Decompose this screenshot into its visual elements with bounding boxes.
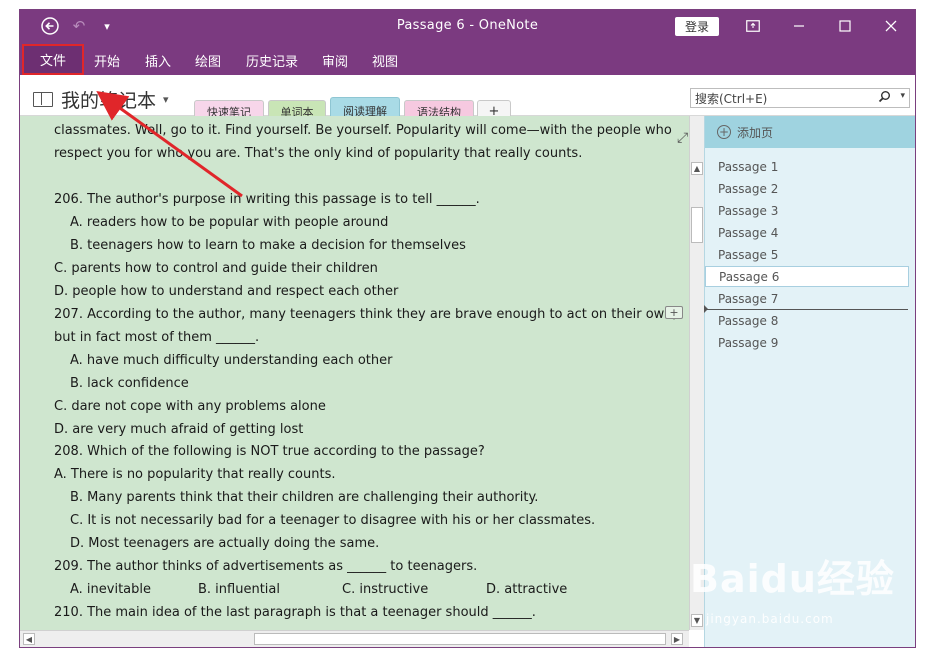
- option-line: B. lack confidence: [70, 376, 189, 391]
- page-item[interactable]: Passage 8: [705, 310, 909, 331]
- tab-view[interactable]: 视图: [372, 51, 398, 70]
- ribbon-tabs: 文件 开始 插入 绘图 历史记录 审阅 视图: [20, 43, 915, 75]
- option-line: A. have much difficulty understanding ea…: [70, 353, 393, 368]
- search-scope-caret-icon[interactable]: ▾: [900, 91, 905, 101]
- option-line: A. There is no popularity that really co…: [54, 467, 336, 482]
- option-line: D. are very much afraid of getting lost: [54, 422, 304, 437]
- close-icon[interactable]: [872, 14, 910, 38]
- search-box[interactable]: 搜索(Ctrl+E) ▾: [690, 88, 910, 108]
- option-line: C. instructive: [342, 582, 429, 597]
- tab-file[interactable]: 文件: [22, 44, 84, 75]
- vertical-scroll-thumb[interactable]: [691, 207, 703, 243]
- page-item[interactable]: Passage 2: [705, 178, 909, 199]
- add-page-button[interactable]: + 添加页: [705, 116, 915, 148]
- expand-icon[interactable]: ⤢: [677, 130, 688, 146]
- content-line: but in fact most of them ______.: [54, 330, 260, 345]
- notebook-icon: [33, 92, 53, 107]
- title-bar: ↶ ▾ Passage 6 - OneNote 登录: [20, 10, 915, 43]
- baidu-watermark-url: jingyan.baidu.com: [706, 612, 834, 626]
- login-button[interactable]: 登录: [675, 17, 719, 36]
- question-209: 209. The author thinks of advertisements…: [54, 559, 478, 574]
- option-line: B. teenagers how to learn to make a deci…: [70, 238, 466, 253]
- add-page-label: 添加页: [737, 125, 774, 140]
- content-line: classmates. Well, go to it. Find yoursel…: [54, 123, 672, 138]
- minimize-icon[interactable]: [780, 14, 818, 38]
- option-line: D. attractive: [486, 582, 568, 597]
- page-item[interactable]: Passage 5: [705, 244, 909, 265]
- insert-paragraph-icon[interactable]: +: [665, 306, 683, 319]
- question-208: 208. Which of the following is NOT true …: [54, 444, 485, 459]
- horizontal-scrollbar[interactable]: ◀ ▶: [20, 630, 689, 647]
- option-line: D. Most teenagers are actually doing the…: [70, 536, 380, 551]
- ribbon-display-icon[interactable]: [734, 14, 772, 38]
- maximize-icon[interactable]: [826, 14, 864, 38]
- horizontal-scroll-thumb[interactable]: [254, 633, 666, 645]
- notebook-selector[interactable]: 我的笔记本 ▾: [33, 86, 169, 113]
- tab-draw[interactable]: 绘图: [195, 51, 221, 70]
- scroll-up-arrow-icon[interactable]: ▲: [691, 162, 703, 175]
- page-item[interactable]: Passage 9: [705, 332, 909, 353]
- page-item[interactable]: Passage 3: [705, 200, 909, 221]
- page-content[interactable]: classmates. Well, go to it. Find yoursel…: [20, 116, 689, 630]
- question-210: 210. The main idea of the last paragraph…: [54, 605, 536, 620]
- scroll-left-arrow-icon[interactable]: ◀: [23, 633, 35, 645]
- tab-insert[interactable]: 插入: [145, 51, 171, 70]
- tab-review[interactable]: 审阅: [322, 51, 348, 70]
- scroll-right-arrow-icon[interactable]: ▶: [671, 633, 683, 645]
- page-item[interactable]: Passage 7: [705, 288, 909, 309]
- scroll-down-arrow-icon[interactable]: ▼: [691, 614, 703, 627]
- tab-history[interactable]: 历史记录: [246, 51, 298, 70]
- option-line: A. inevitable: [70, 582, 152, 597]
- search-input[interactable]: 搜索(Ctrl+E): [695, 90, 767, 107]
- option-line: B. Many parents think that their childre…: [70, 490, 539, 505]
- page-item[interactable]: Passage 4: [705, 222, 909, 243]
- search-icon[interactable]: [878, 90, 891, 107]
- option-line: B. influential: [198, 582, 280, 597]
- option-line: A. readers how to be popular with people…: [70, 215, 389, 230]
- baidu-watermark: Baidu经验: [690, 557, 895, 601]
- page-item[interactable]: Passage 1: [705, 156, 909, 177]
- page-item-active[interactable]: Passage 6: [705, 266, 909, 287]
- option-line: C. It is not necessarily bad for a teena…: [70, 513, 596, 528]
- add-page-icon: +: [717, 125, 731, 139]
- notebook-bar: 我的笔记本 ▾ 快速笔记 单词本 阅读理解 语法结构 + 搜索(Ctrl+E) …: [20, 75, 915, 123]
- question-206: 206. The author's purpose in writing thi…: [54, 192, 480, 207]
- content-line: respect you for who you are. That's the …: [54, 146, 583, 161]
- option-line: C. parents how to control and guide thei…: [54, 261, 378, 276]
- notebook-name: 我的笔记本: [61, 90, 157, 112]
- question-207: 207. According to the author, many teena…: [54, 307, 677, 322]
- chevron-down-icon: ▾: [163, 93, 169, 106]
- option-line: C. dare not cope with any problems alone: [54, 399, 326, 414]
- option-line: D. people how to understand and respect …: [54, 284, 399, 299]
- tab-home[interactable]: 开始: [94, 51, 120, 70]
